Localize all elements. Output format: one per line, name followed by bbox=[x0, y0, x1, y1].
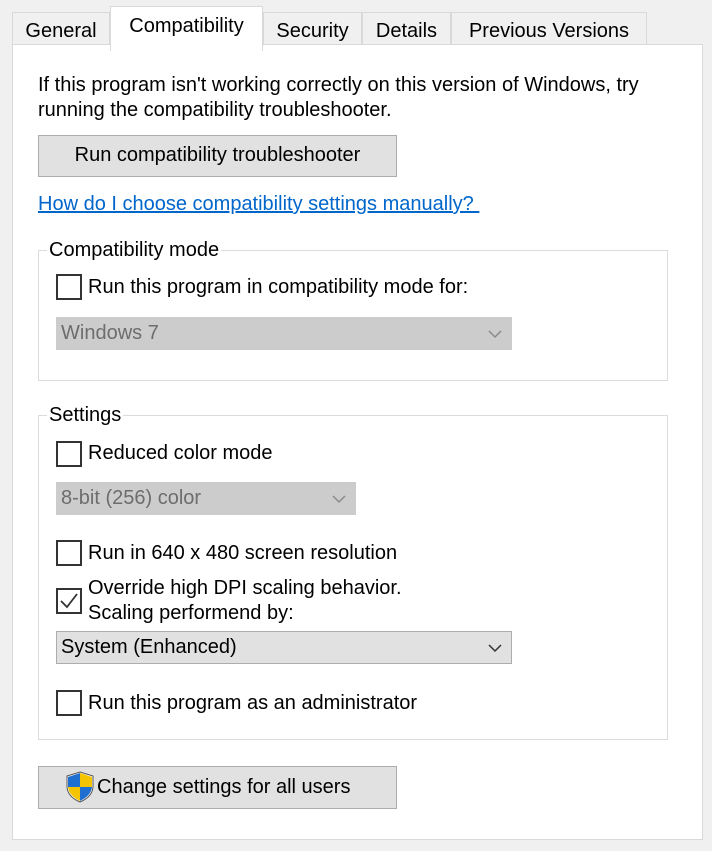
change-all-users-label: Change settings for all users bbox=[97, 776, 351, 798]
admin-checkbox[interactable] bbox=[56, 690, 82, 716]
tab-compatibility[interactable]: Compatibility bbox=[110, 6, 263, 51]
color-depth-value: 8-bit (256) color bbox=[61, 487, 202, 509]
tab-strip: General Compatibility Security Details P… bbox=[12, 6, 652, 51]
settings-legend: Settings bbox=[47, 402, 124, 428]
dpi-scaling-value: System (Enhanced) bbox=[61, 636, 237, 658]
chevron-down-icon bbox=[488, 330, 502, 339]
intro-text: If this program isn't working correctly … bbox=[38, 74, 639, 121]
run-troubleshooter-button[interactable]: Run compatibility troubleshooter bbox=[38, 135, 397, 177]
settings-group: Settings Reduced color mode 8-bit (256) … bbox=[38, 402, 668, 740]
dpi-override-label: Override high DPI scaling behavior. bbox=[88, 577, 402, 599]
chevron-down-icon bbox=[332, 495, 346, 504]
compatibility-mode-group: Compatibility mode Run this program in c… bbox=[38, 237, 668, 381]
admin-label: Run this program as an administrator bbox=[88, 692, 418, 714]
compatibility-mode-label: Run this program in compatibility mode f… bbox=[88, 276, 469, 298]
compatibility-panel: If this program isn't working correctly … bbox=[12, 44, 703, 840]
help-link[interactable]: How do I choose compatibility settings m… bbox=[38, 192, 479, 216]
os-version-select[interactable]: Windows 7 bbox=[56, 317, 512, 350]
resolution-label: Run in 640 x 480 screen resolution bbox=[88, 542, 398, 564]
compatibility-mode-legend: Compatibility mode bbox=[47, 237, 222, 263]
resolution-checkbox[interactable] bbox=[56, 540, 82, 566]
reduced-color-label: Reduced color mode bbox=[88, 442, 273, 464]
change-all-users-button[interactable]: Change settings for all users bbox=[38, 766, 397, 809]
uac-shield-icon bbox=[66, 771, 94, 803]
dpi-scaling-select[interactable]: System (Enhanced) bbox=[56, 631, 512, 664]
checkmark-icon bbox=[60, 593, 78, 609]
dpi-override-checkbox[interactable] bbox=[56, 588, 82, 614]
dpi-scaling-label: Scaling performend by: bbox=[88, 602, 294, 624]
color-depth-select[interactable]: 8-bit (256) color bbox=[56, 482, 356, 515]
reduced-color-checkbox[interactable] bbox=[56, 441, 82, 467]
chevron-down-icon bbox=[488, 644, 502, 653]
os-version-value: Windows 7 bbox=[61, 322, 159, 344]
compatibility-mode-checkbox[interactable] bbox=[56, 274, 82, 300]
